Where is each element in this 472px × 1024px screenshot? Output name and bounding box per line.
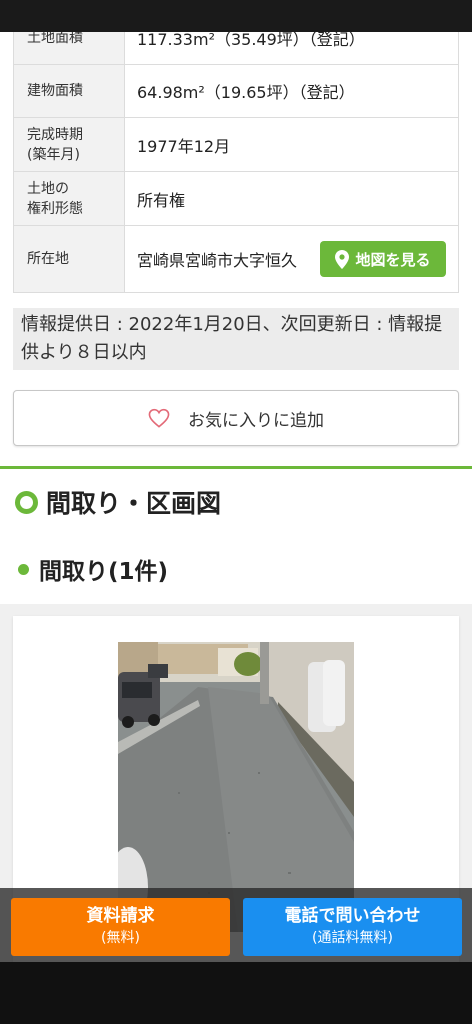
- spec-label: 土地面積: [14, 32, 125, 64]
- spec-row-land-area: 土地面積 117.33m²（35.49坪）（登記）: [14, 32, 458, 65]
- section-heading-text: 間取り・区画図: [46, 489, 222, 518]
- system-navigation-bar: [0, 962, 472, 1024]
- view-map-label: 地図を見る: [355, 250, 431, 269]
- spec-label: 土地の 権利形態: [14, 172, 125, 225]
- add-favorite-button[interactable]: お気に入りに追加: [13, 390, 459, 446]
- spec-value: 64.98m²（19.65坪）（登記）: [137, 83, 355, 102]
- spec-label: 建物面積: [14, 65, 125, 117]
- view-map-button[interactable]: 地図を見る: [320, 241, 446, 277]
- info-provided-date: 情報提供日 : 2022年1月20日、次回更新日 : 情報提供より８日以内: [13, 308, 459, 370]
- property-spec-table: 土地面積 117.33m²（35.49坪）（登記） 建物面積 64.98m²（1…: [13, 32, 459, 293]
- spec-value: 117.33m²（35.49坪）（登記）: [137, 32, 365, 49]
- status-bar: [0, 0, 472, 32]
- spec-row-completion: 完成時期 (築年月) 1977年12月: [14, 118, 458, 172]
- spec-row-land-rights: 土地の 権利形態 所有権: [14, 172, 458, 226]
- spec-label: 所在地: [14, 226, 125, 292]
- request-info-sublabel: (無料): [101, 930, 140, 946]
- address-text: 宮崎県宮崎市大字恒久: [137, 251, 298, 270]
- spec-value: 1977年12月: [137, 136, 231, 156]
- dot-bullet-icon: [18, 563, 29, 575]
- spec-value: 所有権: [137, 190, 186, 210]
- phone-inquiry-button[interactable]: 電話で問い合わせ (通話料無料): [243, 898, 462, 956]
- spec-row-address: 所在地 宮崎県宮崎市大字恒久 地図を見る: [14, 226, 458, 292]
- phone-inquiry-sublabel: (通話料無料): [312, 930, 393, 946]
- subsection-heading: 間取り(1件): [18, 550, 168, 588]
- subsection-heading-text: 間取り(1件): [39, 559, 169, 585]
- request-info-button[interactable]: 資料請求 (無料): [11, 898, 230, 956]
- spec-label-line: 土地の: [27, 180, 69, 197]
- page-content: 土地面積 117.33m²（35.49坪）（登記） 建物面積 64.98m²（1…: [0, 32, 472, 962]
- request-info-label: 資料請求: [86, 906, 155, 926]
- phone-inquiry-label: 電話で問い合わせ: [284, 906, 421, 926]
- map-pin-icon: [335, 249, 350, 269]
- spec-label-line: 完成時期: [27, 126, 83, 143]
- bottom-cta-bar: 資料請求 (無料) 電話で問い合わせ (通話料無料): [0, 888, 472, 962]
- spec-label: 完成時期 (築年月): [14, 118, 125, 171]
- spec-label-line: 権利形態: [27, 200, 83, 217]
- ring-bullet-icon: [15, 490, 38, 514]
- heart-icon: [148, 408, 170, 428]
- spec-label-line: (築年月): [27, 146, 80, 163]
- section-divider: [0, 466, 472, 469]
- spec-row-building-area: 建物面積 64.98m²（19.65坪）（登記）: [14, 65, 458, 118]
- section-heading: 間取り・区画図: [15, 482, 221, 522]
- add-favorite-label: お気に入りに追加: [188, 410, 324, 431]
- spec-value-address: 宮崎県宮崎市大字恒久 地図を見る: [125, 226, 458, 292]
